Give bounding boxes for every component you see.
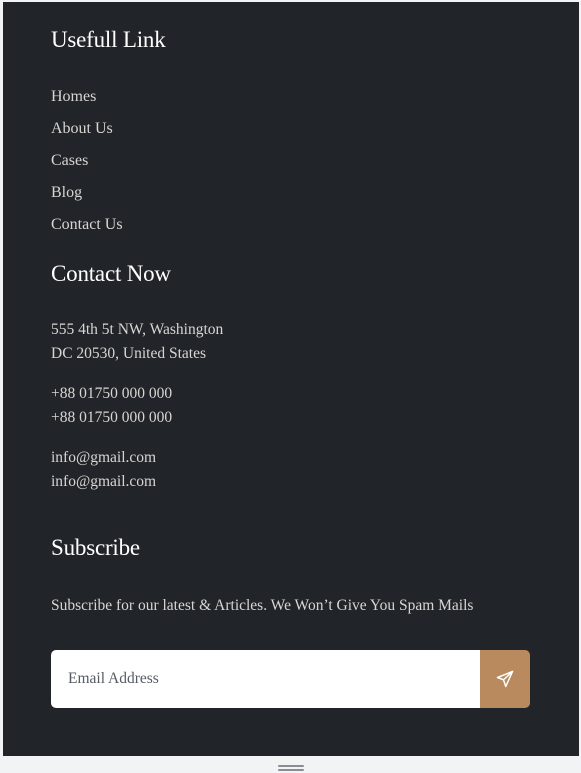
address-line: 555 4th 5t NW, Washington — [51, 321, 224, 338]
footer-link-label[interactable]: Contact Us — [51, 216, 123, 233]
footer-link-label[interactable]: Blog — [51, 184, 82, 201]
footer-link-cases[interactable]: Cases — [51, 150, 123, 182]
footer-link-homes[interactable]: Homes — [51, 86, 123, 118]
contact-emails: info@gmail.com info@gmail.com — [51, 446, 156, 494]
email-address[interactable]: info@gmail.com — [51, 446, 156, 470]
footer-link-label[interactable]: Cases — [51, 152, 88, 169]
footer-link-blog[interactable]: Blog — [51, 182, 123, 214]
subscribe-heading: Subscribe — [51, 535, 140, 560]
useful-links-heading: Usefull Link — [51, 27, 166, 52]
phone-number[interactable]: +88 01750 000 000 — [51, 382, 172, 406]
subscribe-description: Subscribe for our latest & Articles. We … — [51, 597, 474, 614]
subscribe-submit-button[interactable] — [480, 650, 530, 708]
useful-links-list: Homes About Us Cases Blog Contact Us — [51, 86, 123, 246]
footer-link-label[interactable]: Homes — [51, 88, 96, 105]
email-address-input[interactable] — [51, 650, 480, 708]
paper-plane-icon — [496, 670, 514, 688]
contact-phones: +88 01750 000 000 +88 01750 000 000 — [51, 382, 172, 430]
subscribe-form — [51, 650, 530, 708]
resize-handle-icon[interactable] — [278, 765, 304, 771]
browser-bottom-bar — [0, 756, 581, 773]
site-footer: Usefull Link Homes About Us Cases Blog C… — [3, 2, 579, 756]
address-line: DC 20530, United States — [51, 345, 206, 362]
email-address[interactable]: info@gmail.com — [51, 470, 156, 494]
footer-link-about-us[interactable]: About Us — [51, 118, 123, 150]
contact-address: 555 4th 5t NW, Washington DC 20530, Unit… — [51, 318, 223, 366]
contact-now-heading: Contact Now — [51, 261, 171, 286]
footer-link-contact-us[interactable]: Contact Us — [51, 214, 123, 246]
footer-link-label[interactable]: About Us — [51, 120, 113, 137]
phone-number[interactable]: +88 01750 000 000 — [51, 406, 172, 430]
